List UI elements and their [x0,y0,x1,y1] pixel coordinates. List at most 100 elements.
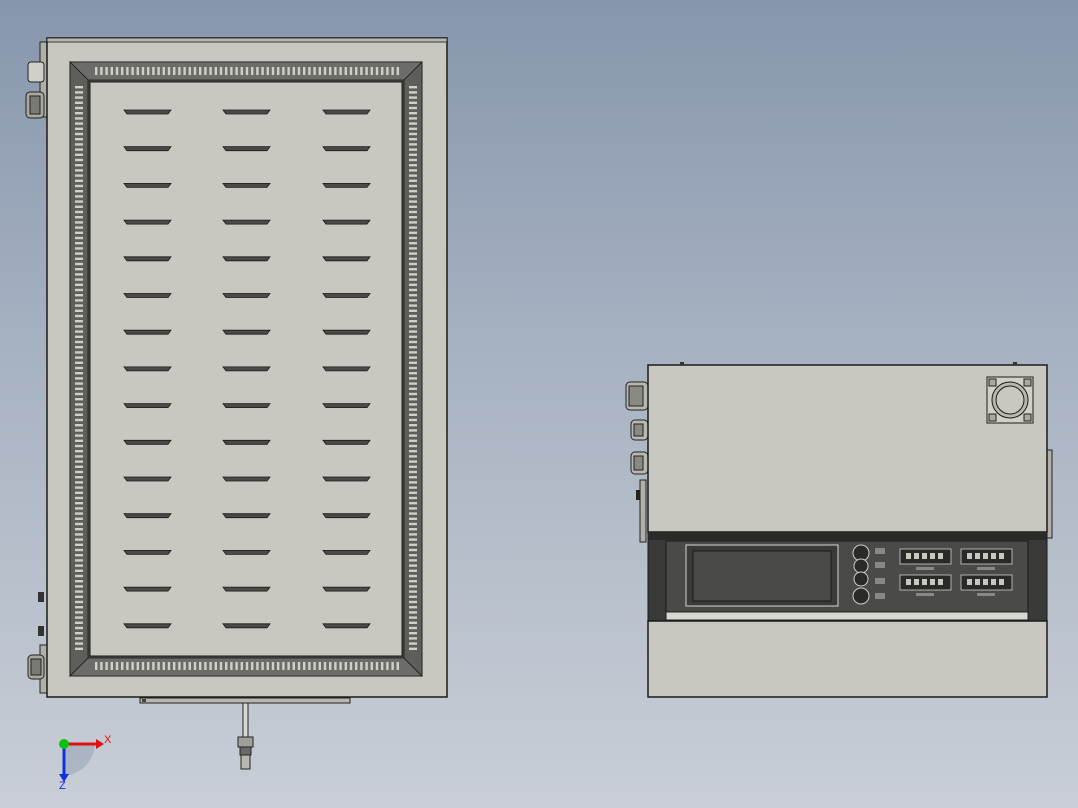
frame-slot [75,309,83,312]
frame-slot [409,252,417,255]
frame-slot [409,169,417,172]
frame-slot [75,595,83,598]
frame-slot [75,647,83,650]
frame-slot [318,662,321,670]
frame-slot [75,554,83,557]
frame-slot [409,517,417,520]
louver-slot [322,403,371,408]
frame-slot [178,67,181,75]
louver-slot [123,219,172,225]
frame-slot [75,268,83,271]
enclosure-front-view[interactable] [625,362,1053,698]
frame-slot [75,424,83,427]
enclosure-top-view[interactable] [25,37,448,770]
frame-slot [409,138,417,141]
frame-slot [75,481,83,484]
frame-slot [131,662,134,670]
frame-slot [409,418,417,422]
frame-slot [409,382,417,385]
frame-slot [75,642,83,645]
frame-slot [409,174,417,177]
frame-slot [75,559,83,562]
frame-slot [355,67,358,75]
louver-slot [322,293,371,298]
louver-slot [322,476,371,482]
frame-slot [240,67,243,75]
frame-slot [162,662,165,670]
frame-slot [75,476,83,479]
frame-slot [409,221,417,224]
frame-slot [75,413,83,416]
frame-slot [75,117,83,120]
frame-slot [409,554,417,557]
lower-housing [647,620,1048,698]
frame-slot [409,611,417,614]
frame-slot [183,662,186,670]
display-screen [685,544,839,607]
frame-slot [110,67,113,75]
frame-slot [75,382,83,385]
frame-slot [409,283,417,286]
frame-slot [152,67,155,75]
frame-slot [409,200,417,203]
frame-slot [214,67,217,75]
frame-slot [409,408,417,411]
frame-slot [409,335,417,338]
frame-slot [292,67,295,75]
frame-slot [75,429,83,432]
frame-slot [323,67,327,75]
frame-slot [318,67,321,75]
frame-slot [360,67,363,75]
frame-slot [409,106,417,110]
frame-slot [409,309,417,312]
frame-slot [110,662,113,670]
frame-slot [209,67,212,75]
frame-slot [409,257,417,260]
louver-slot [222,403,271,408]
frame-slot [409,642,417,645]
frame-slot [409,278,417,281]
frame-slot [409,574,417,578]
frame-slot [75,528,83,531]
frame-slot [409,117,417,120]
frame-slot [152,662,155,670]
cad-viewport[interactable]: X Z [0,0,1078,808]
frame-slot [287,67,290,75]
frame-slot [209,662,212,670]
frame-slot [409,330,417,333]
frame-slot [409,424,417,427]
frame-slot [141,67,145,75]
frame-slot [381,67,384,75]
frame-slot [167,662,171,670]
frame-slot [75,491,83,494]
frame-slot [75,86,83,89]
frame-slot [75,522,83,526]
frame-slot [409,626,417,630]
frame-slot [409,569,417,572]
frame-slot [75,512,83,515]
frame-slot [131,67,134,75]
frame-slot [204,67,207,75]
frame-slot [75,590,83,593]
frame-slot [409,502,417,505]
frame-slot [75,486,83,489]
frame-slot [409,632,417,635]
frame-slot [75,502,83,505]
frame-slot [271,67,275,75]
frame-slot [277,67,280,75]
frame-slot [75,210,83,214]
frame-slot [261,67,264,75]
frame-slot [75,616,83,619]
frame-slot [75,366,83,370]
frame-slot [75,398,83,401]
louver-slot [222,183,271,188]
frame-slot [75,96,83,99]
frame-slot [409,470,417,474]
frame-slot [409,507,417,510]
frame-slot [409,96,417,99]
frame-slot [303,67,306,75]
frame-slot [75,325,83,328]
louver-slot [123,550,172,555]
frame-slot [75,195,83,198]
frame-slot [409,398,417,401]
